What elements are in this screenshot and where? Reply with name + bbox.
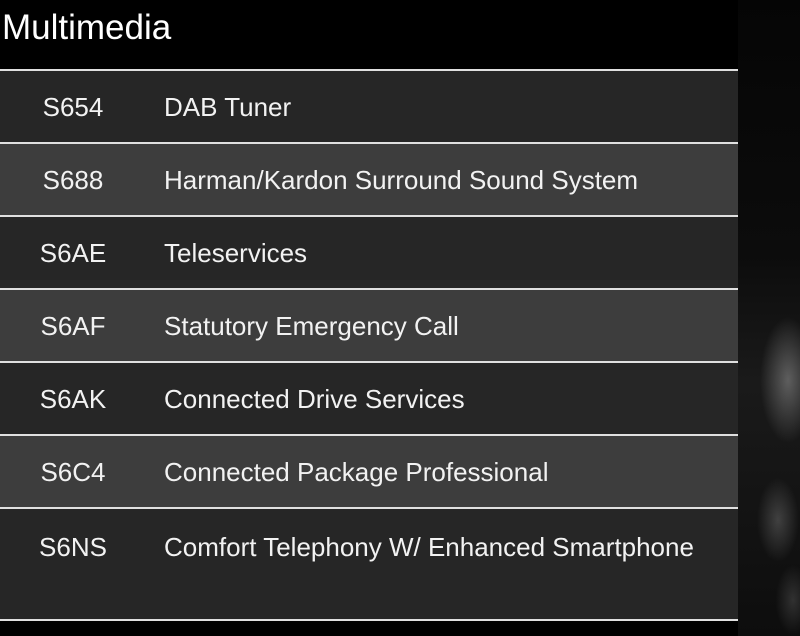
table-row: S6NS Comfort Telephony W/ Enhanced Smart… (0, 509, 738, 621)
section-title: Multimedia (2, 8, 172, 47)
option-code: S6AE (39, 237, 107, 268)
background-photo (738, 0, 800, 636)
options-table: S654 DAB Tuner S688 Harman/Kardon Surrou… (0, 69, 738, 621)
option-description: Connected Drive Services (164, 383, 465, 414)
option-description: DAB Tuner (164, 91, 292, 122)
option-description: Connected Package Professional (164, 456, 549, 487)
table-row: S6C4 Connected Package Professional (0, 436, 738, 509)
option-description: Harman/Kardon Surround Sound System (164, 164, 639, 195)
option-code: S6C4 (40, 456, 106, 487)
table-row: S6AK Connected Drive Services (0, 363, 738, 436)
table-row: S654 DAB Tuner (0, 71, 738, 144)
option-code: S6AF (40, 310, 106, 341)
option-code: S6AK (39, 383, 107, 414)
option-description: Comfort Telephony W/ Enhanced Smartphone (164, 532, 694, 562)
table-row: S6AE Teleservices (0, 217, 738, 290)
table-row: S688 Harman/Kardon Surround Sound System (0, 144, 738, 217)
option-description: Teleservices (164, 237, 308, 268)
option-code: S6NS (39, 532, 107, 562)
option-description: Statutory Emergency Call (164, 310, 459, 341)
option-code: S688 (42, 164, 104, 195)
option-code: S654 (42, 91, 104, 122)
table-row: S6AF Statutory Emergency Call (0, 290, 738, 363)
